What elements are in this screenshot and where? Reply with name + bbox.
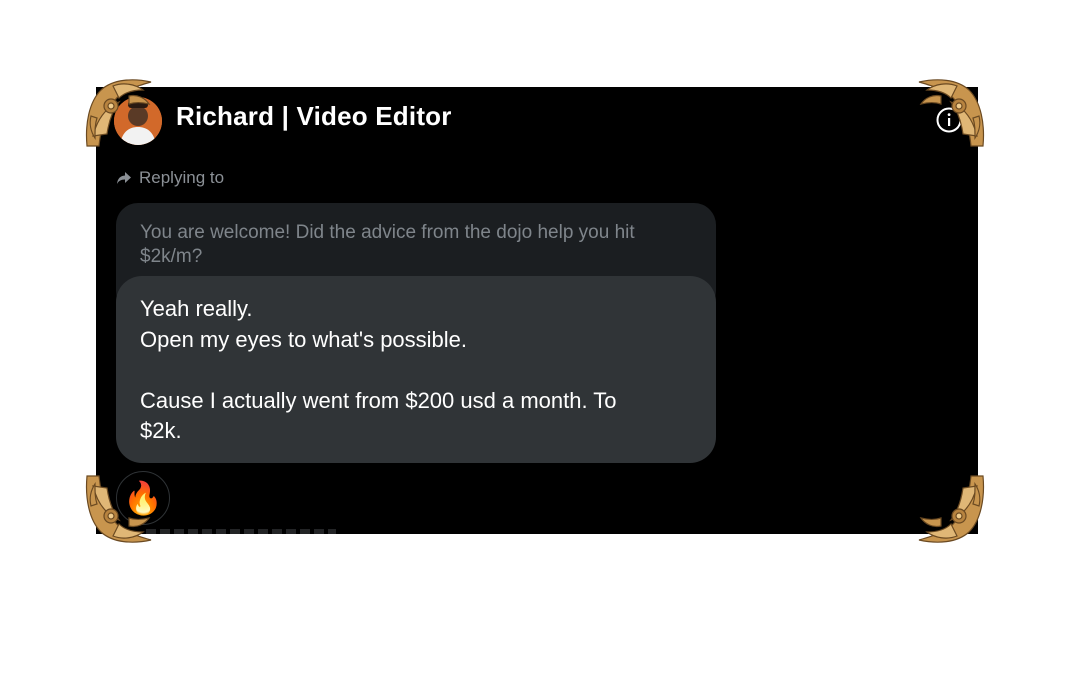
ornament-corner-bottom-left [83, 472, 155, 546]
replying-to-label: Replying to [139, 168, 225, 187]
replying-to-indicator: Replying to [116, 167, 224, 189]
ornament-corner-top-right [915, 76, 987, 150]
ornament-corner-bottom-right [915, 472, 987, 546]
message-timestamp [146, 529, 336, 534]
dm-conversation-panel: Richard | Video Editor Replying to You a… [96, 87, 978, 534]
ornament-corner-top-left [83, 76, 155, 150]
message-bubble[interactable]: Yeah really. Open my eyes to what's poss… [116, 276, 716, 463]
contact-name: Richard | Video Editor [176, 101, 452, 131]
reply-arrow-icon [117, 172, 131, 184]
